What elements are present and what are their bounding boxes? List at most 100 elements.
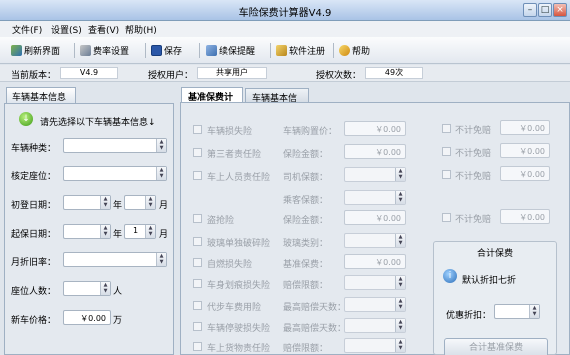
title-bar: 车险保费计算器V4.9 – □ × <box>0 0 570 21</box>
field-select[interactable]: ▲ ▼ <box>344 275 406 290</box>
save-icon <box>151 45 162 56</box>
save-button[interactable]: 保存 <box>151 43 182 58</box>
no-deductible-amount[interactable]: ￥0.00 <box>500 166 550 181</box>
no-deductible-amount[interactable]: ￥0.00 <box>500 143 550 158</box>
start-year-select[interactable]: ▲ ▼ <box>63 224 111 239</box>
price-input[interactable]: ￥0.00 <box>63 310 111 325</box>
count-value: 49次 <box>365 67 423 79</box>
menu-help[interactable]: 帮助(H) <box>125 23 157 36</box>
field-select[interactable]: ▲ ▼ <box>344 190 406 205</box>
year-unit: 年 <box>113 230 123 240</box>
no-deductible-checkbox[interactable] <box>442 170 451 179</box>
people-unit: 人 <box>113 287 123 297</box>
field-label: 乘客保额： <box>283 196 329 206</box>
no-deductible-checkbox[interactable] <box>442 213 451 222</box>
left-panel-tab[interactable]: 车辆基本信息 <box>6 87 76 103</box>
insurance-name: 车上货物责任险 <box>207 344 271 354</box>
save-label: 保存 <box>164 47 183 57</box>
menu-settings[interactable]: 设置(S) <box>51 23 82 36</box>
month-unit: 月 <box>159 201 169 211</box>
insurance-name: 车上人员责任险 <box>207 173 271 183</box>
price-unit: 万 <box>113 316 123 326</box>
field-select[interactable]: ▲ ▼ <box>344 318 406 333</box>
field-select[interactable]: ▲ ▼ <box>344 233 406 248</box>
info-icon: i <box>443 269 457 283</box>
menu-file[interactable]: 文件(F) <box>12 23 42 36</box>
insurance-checkbox[interactable] <box>193 342 202 351</box>
price-label: 新车价格： <box>11 316 57 326</box>
field-amount[interactable]: ￥0.00 <box>344 210 406 225</box>
month-unit: 月 <box>159 230 169 240</box>
tools-icon <box>80 45 91 56</box>
menu-view[interactable]: 查看(V) <box>88 23 119 36</box>
first-reg-year-select[interactable]: ▲ ▼ <box>63 195 111 210</box>
insurance-name: 自燃损失险 <box>207 260 253 270</box>
field-label: 最高赔偿天数： <box>283 324 347 334</box>
field-label: 赔偿限额： <box>283 344 329 354</box>
total-premium-button[interactable]: 合计基准保费 <box>444 338 548 355</box>
refresh-button[interactable]: 刷新界面 <box>11 43 60 58</box>
depreciation-select[interactable]: ▲ ▼ <box>63 252 167 267</box>
field-select[interactable]: ▲ ▼ <box>344 297 406 312</box>
summary-group: 合计保费 i 默认折扣七折 优惠折扣： ▲ ▼ 合计基准保费 <box>433 241 557 355</box>
first-registration-label: 初登日期： <box>11 201 57 211</box>
insurance-checkbox[interactable] <box>193 258 202 267</box>
select-prompt: 请先选择以下车辆基本信息↓ <box>40 118 156 128</box>
insurance-checkbox[interactable] <box>193 125 202 134</box>
insurance-checkbox[interactable] <box>193 148 202 157</box>
minimize-icon[interactable]: – <box>523 3 537 17</box>
reminder-icon <box>206 45 217 56</box>
maximize-icon[interactable]: □ <box>538 3 552 17</box>
field-label: 车辆购置价： <box>283 127 338 137</box>
insurance-checkbox[interactable] <box>193 322 202 331</box>
no-deductible-label: 不计免赔 <box>455 126 492 136</box>
first-reg-month-select[interactable]: ▲ ▼ <box>124 195 156 210</box>
count-label: 授权次数： <box>316 71 362 81</box>
no-deductible-label: 不计免赔 <box>455 172 492 182</box>
field-amount[interactable]: ￥0.00 <box>344 144 406 159</box>
version-value: V4.9 <box>60 67 118 79</box>
insurance-name: 代步车费用险 <box>207 303 262 313</box>
no-deductible-checkbox[interactable] <box>442 147 451 156</box>
insurance-checkbox[interactable] <box>193 237 202 246</box>
field-label: 赔偿限额： <box>283 281 329 291</box>
field-label: 保险金额： <box>283 150 329 160</box>
field-label: 玻璃类别： <box>283 239 329 249</box>
no-deductible-amount[interactable]: ￥0.00 <box>500 120 550 135</box>
left-panel: ↓ 请先选择以下车辆基本信息↓ 车辆种类： ▲ ▼ 核定座位： ▲ ▼ 初登日期： … <box>4 103 174 355</box>
insurance-name: 玻璃单独破碎险 <box>207 239 271 249</box>
insurance-checkbox[interactable] <box>193 301 202 310</box>
discount-select[interactable]: ▲ ▼ <box>494 304 540 319</box>
insurance-checkbox[interactable] <box>193 279 202 288</box>
vehicle-type-select[interactable]: ▲ ▼ <box>63 138 167 153</box>
help-icon <box>339 45 350 56</box>
insurance-checkbox[interactable] <box>193 171 202 180</box>
depreciation-label: 月折旧率： <box>11 258 57 268</box>
tab-vehicle-info[interactable]: 车辆基本信息 <box>245 88 309 117</box>
rate-settings-label: 费率设置 <box>93 47 130 57</box>
no-deductible-amount[interactable]: ￥0.00 <box>500 209 550 224</box>
field-select[interactable]: ▲ ▼ <box>344 338 406 353</box>
no-deductible-checkbox[interactable] <box>442 124 451 133</box>
field-amount[interactable]: ￥0.00 <box>344 254 406 269</box>
start-month-select[interactable]: 1 ▲ ▼ <box>124 224 156 239</box>
register-label: 软件注册 <box>289 47 326 57</box>
seat-count-label: 座位人数： <box>11 287 57 297</box>
seats-select[interactable]: ▲ ▼ <box>63 166 167 181</box>
close-icon[interactable]: × <box>553 3 567 17</box>
renewal-reminder-label: 续保提醒 <box>219 47 256 57</box>
rate-settings-button[interactable]: 费率设置 <box>80 43 129 58</box>
seat-count-select[interactable]: ▲ ▼ <box>63 281 111 296</box>
register-button[interactable]: 软件注册 <box>276 43 325 58</box>
insurance-name: 车辆损失险 <box>207 127 253 137</box>
field-amount[interactable]: ￥0.00 <box>344 121 406 136</box>
field-label: 司机保额： <box>283 173 329 183</box>
help-button[interactable]: 帮助 <box>339 43 370 58</box>
insurance-checkbox[interactable] <box>193 214 202 223</box>
help-label: 帮助 <box>352 47 371 57</box>
start-date-label: 起保日期： <box>11 230 57 240</box>
field-select[interactable]: ▲ ▼ <box>344 167 406 182</box>
renewal-reminder-button[interactable]: 续保提醒 <box>206 43 255 58</box>
tab-premium-calc[interactable]: 基准保费计算 <box>181 87 243 116</box>
year-unit: 年 <box>113 201 123 211</box>
